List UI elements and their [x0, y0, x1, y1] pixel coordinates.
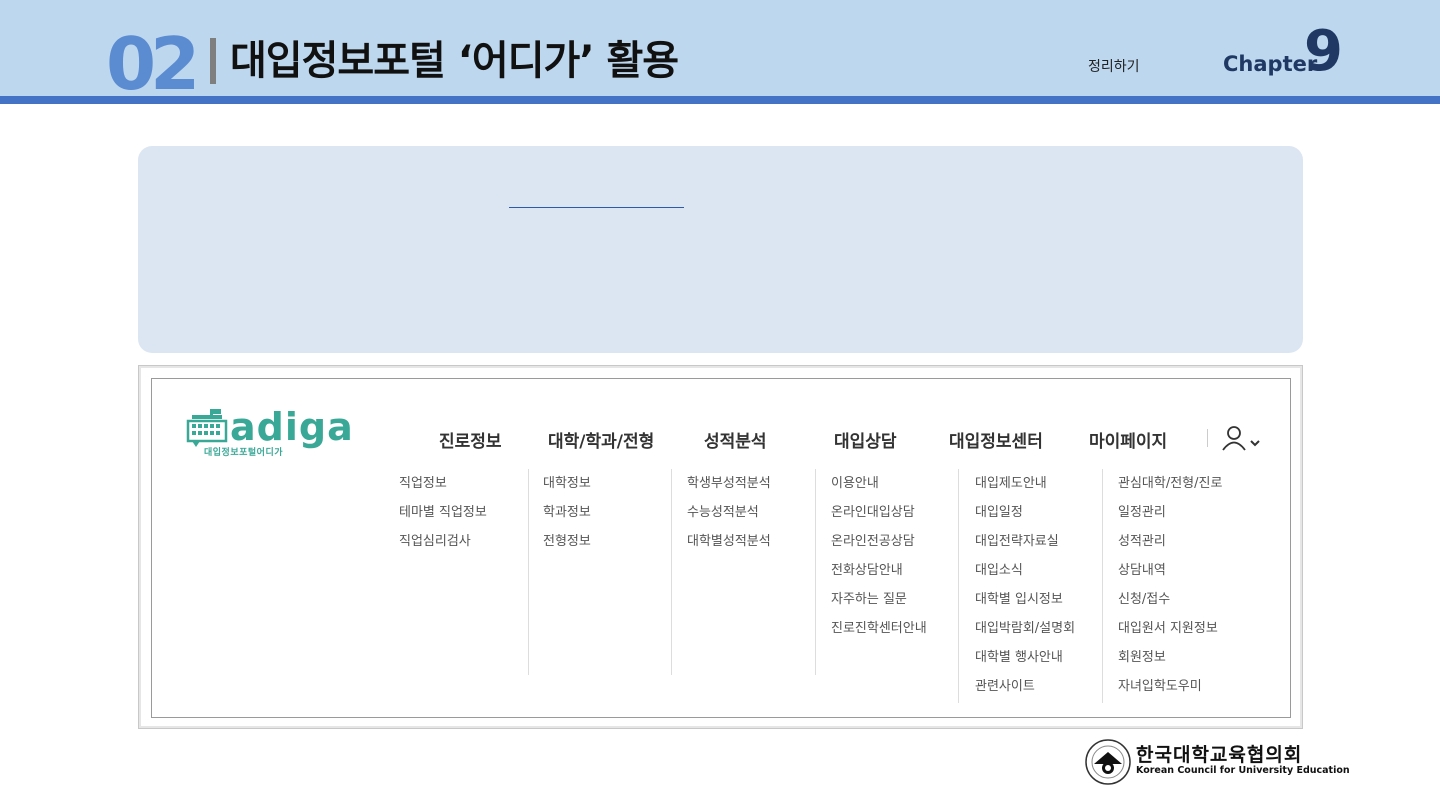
- org-name-english: Korean Council for University Education: [1136, 765, 1350, 776]
- submenu-item[interactable]: 일정관리: [1118, 498, 1222, 527]
- emblem-icon: [1085, 739, 1131, 785]
- user-icon[interactable]: [1220, 425, 1264, 453]
- header-accent-bar: [0, 96, 1440, 104]
- org-name-korean: 한국대학교육협의회: [1136, 744, 1303, 766]
- chapter-number: 9: [1304, 19, 1343, 84]
- submenu-item[interactable]: 대학별 입시정보: [975, 585, 1075, 614]
- nav-university[interactable]: 대학/학과/전형: [548, 427, 654, 452]
- nav-score-analysis[interactable]: 성적분석: [704, 427, 767, 452]
- submenu-item[interactable]: 대학정보: [543, 469, 591, 498]
- chevron-down-icon: [1250, 440, 1260, 447]
- submenu-item[interactable]: 자녀입학도우미: [1118, 672, 1222, 701]
- submenu-counseling: 이용안내 온라인대입상담 온라인전공상담 전화상담안내 자주하는 질문 진로진학…: [831, 469, 927, 643]
- submenu-item[interactable]: 대입전략자료실: [975, 527, 1075, 556]
- submenu-item[interactable]: 회원정보: [1118, 643, 1222, 672]
- submenu-item[interactable]: 직업정보: [399, 469, 487, 498]
- submenu-item[interactable]: 관심대학/전형/진로: [1118, 469, 1222, 498]
- submenu-item[interactable]: 대입박람회/설명회: [975, 614, 1075, 643]
- nav-counseling[interactable]: 대입상담: [834, 427, 897, 452]
- submenu-item[interactable]: 대입제도안내: [975, 469, 1075, 498]
- info-box: [138, 146, 1303, 353]
- column-divider: [528, 469, 529, 675]
- submenu-item[interactable]: 전화상담안내: [831, 556, 927, 585]
- site-screenshot: adiga 대입정보포털어디가 진로정보 대학/학과/전형 성적분석 대입상담 …: [138, 365, 1303, 729]
- submenu-item[interactable]: 관련사이트: [975, 672, 1075, 701]
- submenu-item[interactable]: 신청/접수: [1118, 585, 1222, 614]
- submenu-university: 대학정보 학과정보 전형정보: [543, 469, 591, 556]
- title-divider: [210, 38, 216, 84]
- section-number: 02: [106, 22, 200, 106]
- nav-info-center[interactable]: 대입정보센터: [949, 427, 1043, 452]
- main-nav: 진로정보 대학/학과/전형 성적분석 대입상담 대입정보센터 마이페이지: [152, 425, 1292, 457]
- submenu-item[interactable]: 상담내역: [1118, 556, 1222, 585]
- submenu-item[interactable]: 이용안내: [831, 469, 927, 498]
- submenu-item[interactable]: 직업심리검사: [399, 527, 487, 556]
- submenu-item[interactable]: 학생부성적분석: [687, 469, 771, 498]
- nav-separator: [1207, 429, 1208, 447]
- submenu-item[interactable]: 자주하는 질문: [831, 585, 927, 614]
- page-title: 대입정보포털 ‘어디가’ 활용: [230, 38, 679, 84]
- link-underline[interactable]: [509, 207, 684, 208]
- submenu-item[interactable]: 수능성적분석: [687, 498, 771, 527]
- nav-career[interactable]: 진로정보: [439, 427, 502, 452]
- column-divider: [1102, 469, 1103, 703]
- summary-label: 정리하기: [1088, 59, 1140, 75]
- submenu-item[interactable]: 온라인전공상담: [831, 527, 927, 556]
- submenu-mypage: 관심대학/전형/진로 일정관리 성적관리 상담내역 신청/접수 대입원서 지원정…: [1118, 469, 1222, 701]
- submenu-item[interactable]: 대입원서 지원정보: [1118, 614, 1222, 643]
- submenu-item[interactable]: 대학별 행사안내: [975, 643, 1075, 672]
- column-divider: [958, 469, 959, 703]
- submenu-item[interactable]: 성적관리: [1118, 527, 1222, 556]
- submenu-item[interactable]: 대입소식: [975, 556, 1075, 585]
- submenu-item[interactable]: 테마별 직업정보: [399, 498, 487, 527]
- submenu-score-analysis: 학생부성적분석 수능성적분석 대학별성적분석: [687, 469, 771, 556]
- submenu-item[interactable]: 진로진학센터안내: [831, 614, 927, 643]
- nav-mypage[interactable]: 마이페이지: [1089, 427, 1167, 452]
- submenu-item[interactable]: 온라인대입상담: [831, 498, 927, 527]
- site-menu-panel: adiga 대입정보포털어디가 진로정보 대학/학과/전형 성적분석 대입상담 …: [151, 378, 1291, 718]
- column-divider: [671, 469, 672, 675]
- kcue-logo: 한국대학교육협의회 Korean Council for University …: [1084, 738, 1350, 788]
- column-divider: [815, 469, 816, 675]
- submenu-item[interactable]: 대학별성적분석: [687, 527, 771, 556]
- submenu-item[interactable]: 전형정보: [543, 527, 591, 556]
- submenu-item[interactable]: 학과정보: [543, 498, 591, 527]
- submenu-info-center: 대입제도안내 대입일정 대입전략자료실 대입소식 대학별 입시정보 대입박람회/…: [975, 469, 1075, 701]
- submenu-item[interactable]: 대입일정: [975, 498, 1075, 527]
- submenu-career: 직업정보 테마별 직업정보 직업심리검사: [399, 469, 487, 556]
